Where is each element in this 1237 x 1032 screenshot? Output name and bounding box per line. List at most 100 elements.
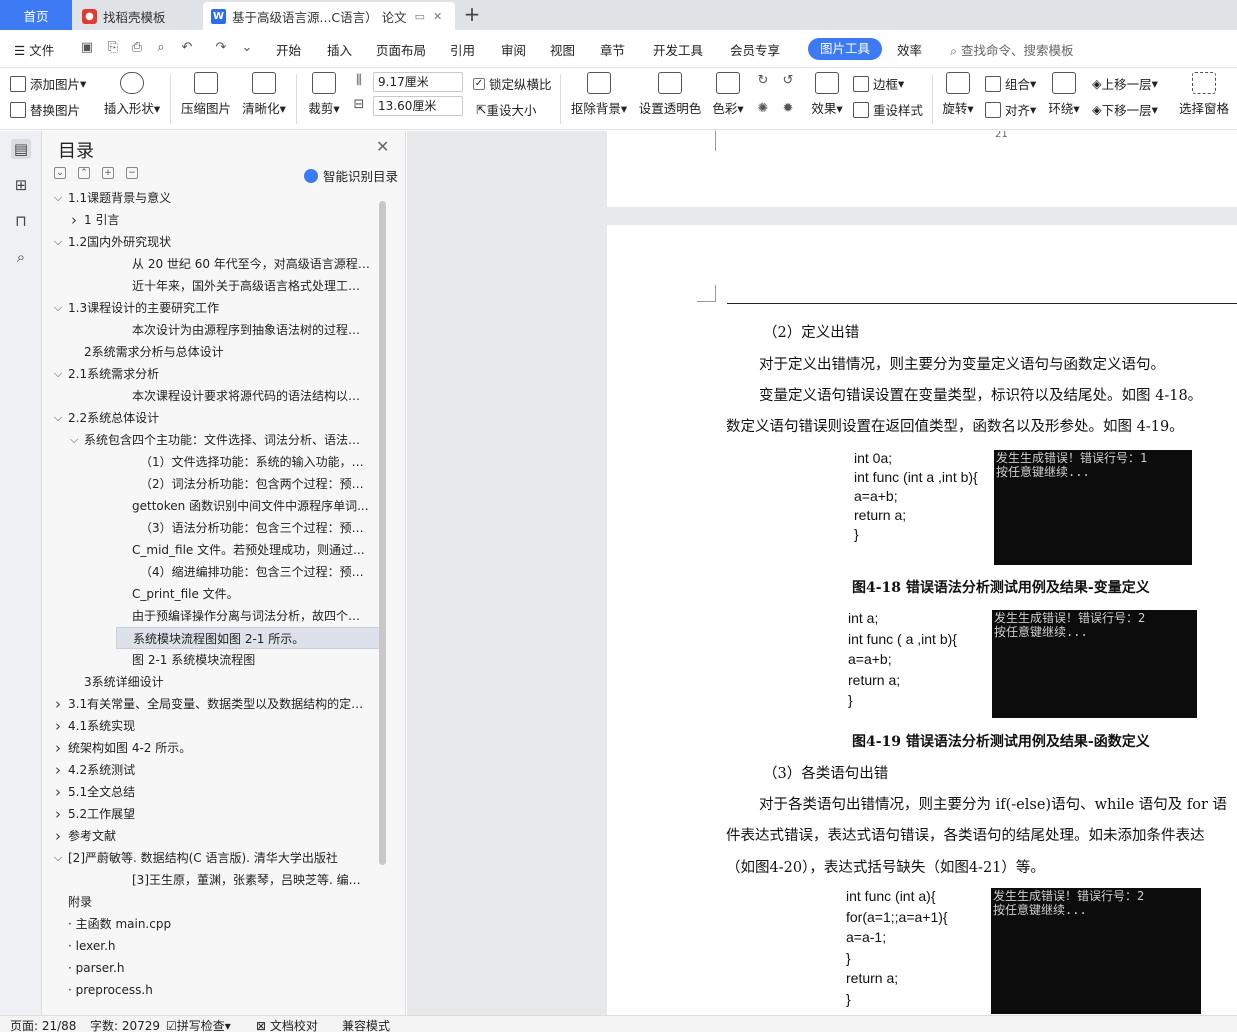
word-count[interactable]: 字数: 20729 (90, 1017, 160, 1032)
toc-item[interactable]: 图 2-1 系统模块流程图 (132, 649, 372, 671)
collapse-all-icon[interactable]: ⌄ (54, 167, 66, 179)
toc-item[interactable]: 1.2国内外研究现状 (68, 231, 372, 253)
chevron-down-icon[interactable]: ⌵ (52, 368, 64, 380)
menu-layout[interactable]: 页面布局 (376, 40, 426, 59)
toc-item[interactable]: （4）缩进编排功能：包含三个过程：预处理... (140, 561, 372, 583)
effects-button[interactable]: 效果▾ (808, 72, 846, 117)
tab-templates[interactable]: ● 找稻壳模板 (74, 2, 200, 30)
expand-up-icon[interactable]: ⌃ (78, 167, 90, 179)
find-icon[interactable]: ⌕ (11, 247, 31, 267)
contrast-up-icon[interactable]: ✺ (754, 100, 772, 118)
tab-home[interactable]: 首页 (0, 0, 72, 30)
toc-item[interactable]: 4.2系统测试 (68, 759, 372, 781)
toc-item[interactable]: 2.2系统总体设计 (68, 407, 372, 429)
chevron-down-icon[interactable]: ⌵ (52, 852, 64, 864)
figure-4-18-code[interactable]: int 0a; int func (int a ,int b){a=a+b; ret… (847, 449, 995, 567)
menu-insert[interactable]: 插入 (327, 40, 352, 59)
page-indicator[interactable]: 页面: 21/88 (10, 1017, 76, 1032)
group-button[interactable]: 组合 ▾ (985, 74, 1036, 93)
toc-item[interactable]: （1）文件选择功能：系统的输入功能，选择... (140, 451, 372, 473)
reset-style-button[interactable]: 重设样式 (853, 100, 923, 119)
print-preview-icon[interactable]: ⌕ (152, 39, 170, 57)
navigation-icon[interactable]: ⊞ (11, 175, 31, 195)
border-button[interactable]: 边框 ▾ (853, 74, 904, 93)
remove-bg-button[interactable]: 抠除背景▾ (570, 72, 628, 117)
chevron-down-icon[interactable]: ⌵ (52, 236, 64, 248)
tab-window-icon[interactable]: ▭ (415, 10, 425, 23)
toc-item[interactable]: 本次设计为由源程序到抽象语法树的过程，并将... (132, 319, 372, 341)
spell-check-button[interactable]: ☑拼写检查▾ (166, 1017, 231, 1032)
toc-item[interactable]: C_print_file 文件。 (132, 583, 372, 605)
compress-button[interactable]: 压缩图片 (180, 72, 232, 117)
chevron-right-icon[interactable]: › (68, 213, 80, 228)
toc-item[interactable]: 3.1有关常量、全局变量、数据类型以及数据结构的定义... (68, 693, 372, 715)
menu-file[interactable]: ☰ 文件 (14, 40, 54, 59)
figure-4-19-code[interactable]: int a; int func ( a ,int b){a=a+b; return … (841, 609, 991, 719)
export-icon[interactable]: ⎘ (104, 39, 122, 57)
wrap-button[interactable]: 环绕▾ (1046, 72, 1082, 117)
redo-icon[interactable]: ↷ (212, 39, 230, 57)
toc-scrollbar[interactable] (379, 201, 386, 865)
toc-item[interactable]: [3]王生原，董渊，张素琴，吕映芝等. 编译原理... (132, 869, 372, 891)
toc-item[interactable]: 近十年来，国外关于高级语言格式处理工具的研究与开发... (132, 275, 372, 297)
chevron-right-icon[interactable]: › (52, 807, 64, 822)
remove-heading-icon[interactable]: − (126, 167, 138, 179)
chevron-down-icon[interactable]: ⌵ (52, 192, 64, 204)
chevron-right-icon[interactable]: › (52, 785, 64, 800)
brightness-up-icon[interactable]: ↻ (754, 72, 772, 90)
toc-item[interactable]: 2.1系统需求分析 (68, 363, 372, 385)
brightness-down-icon[interactable]: ↺ (779, 72, 797, 90)
toc-item[interactable]: 5.2工作展望 (68, 803, 372, 825)
menu-devtools[interactable]: 开发工具 (653, 40, 703, 59)
send-backward-button[interactable]: ◈ 下移一层 ▾ (1092, 100, 1158, 119)
chevron-right-icon[interactable]: › (52, 763, 64, 778)
chevron-right-icon[interactable]: › (52, 697, 64, 712)
chevron-right-icon[interactable]: › (52, 829, 64, 844)
width-input[interactable]: 9.17厘米 (373, 72, 463, 92)
chevron-down-icon[interactable]: ⌵ (68, 434, 80, 446)
command-search[interactable]: ⌕ 查找命令、搜索模板 (950, 40, 1074, 59)
new-tab-button[interactable]: + (460, 3, 484, 27)
menu-view[interactable]: 视图 (550, 40, 575, 59)
close-icon[interactable]: ✕ (376, 137, 389, 156)
chevron-down-icon[interactable]: ⌵ (52, 412, 64, 424)
selection-pane-button[interactable]: 选择窗格 (1178, 72, 1230, 117)
bring-forward-button[interactable]: ◈ 上移一层 ▾ (1092, 74, 1158, 93)
crop-button[interactable]: 裁剪▾ (305, 72, 343, 117)
replace-picture-button[interactable]: 替换图片 (10, 100, 80, 119)
toc-item[interactable]: （2）词法分析功能：包含两个过程：预处理... (140, 473, 372, 495)
height-input[interactable]: 13.60厘米 (373, 96, 463, 116)
toc-item[interactable]: 1 引言 (84, 209, 372, 231)
toc-item[interactable]: 由于预编译操作分离与词法分析，故四个功能... (132, 605, 372, 627)
figure-4-20-code[interactable]: int func (int a){for(a=1;;a=a+1){a=a-1;}… (839, 887, 991, 1015)
print-icon[interactable]: ⎙ (128, 39, 146, 57)
color-button[interactable]: 色彩▾ (710, 72, 746, 117)
save-icon[interactable]: ▣ (78, 39, 96, 57)
chevron-down-icon[interactable]: ⌵ (52, 302, 64, 314)
menu-picture-tools[interactable]: 图片工具 (808, 38, 882, 60)
smart-toc-button[interactable]: 智能识别目录 (304, 166, 398, 185)
toc-item[interactable]: （3）语法分析功能：包含三个过程：预处理... (140, 517, 372, 539)
proofread-button[interactable]: ⊠ 文档校对 (256, 1017, 318, 1032)
toc-item[interactable]: 1.3课程设计的主要研究工作 (68, 297, 372, 319)
insert-shape-button[interactable]: 插入形状▾ (102, 72, 162, 117)
menu-reference[interactable]: 引用 (450, 40, 475, 59)
chevron-right-icon[interactable]: › (52, 741, 64, 756)
lock-ratio-checkbox[interactable]: ✓ 锁定纵横比 (473, 74, 552, 93)
align-button[interactable]: 对齐 ▾ (985, 100, 1036, 119)
add-heading-icon[interactable]: + (102, 167, 114, 179)
add-picture-button[interactable]: 添加图片 ▾ (10, 74, 86, 93)
tab-document[interactable]: W 基于高级语言源...C语言） 论文 ▭ ✕ (203, 2, 455, 30)
tab-close-icon[interactable]: ✕ (433, 10, 442, 23)
toc-item[interactable]: 系统模块流程图如图 2-1 所示。 (116, 627, 380, 649)
toc-item[interactable]: 本次课程设计要求将源代码的语法结构以树状图表示... (132, 385, 372, 407)
toc-item[interactable]: gettoken 函数识别中间文件中源程序单词... (132, 495, 372, 517)
toc-panel-icon[interactable]: ▤ (11, 139, 31, 159)
toc-item[interactable]: 1.1课题背景与意义 (68, 187, 372, 209)
toc-item[interactable]: 4.1系统实现 (68, 715, 372, 737)
set-transparent-button[interactable]: 设置透明色 (638, 72, 702, 117)
more-icon[interactable]: ⌄ (238, 39, 256, 57)
toc-item[interactable]: 从 20 世纪 60 年代至今，对高级语言源程序格式处理工具的研究... (132, 253, 372, 275)
chevron-right-icon[interactable]: › (52, 719, 64, 734)
toc-item[interactable]: 3系统详细设计 (84, 671, 372, 693)
